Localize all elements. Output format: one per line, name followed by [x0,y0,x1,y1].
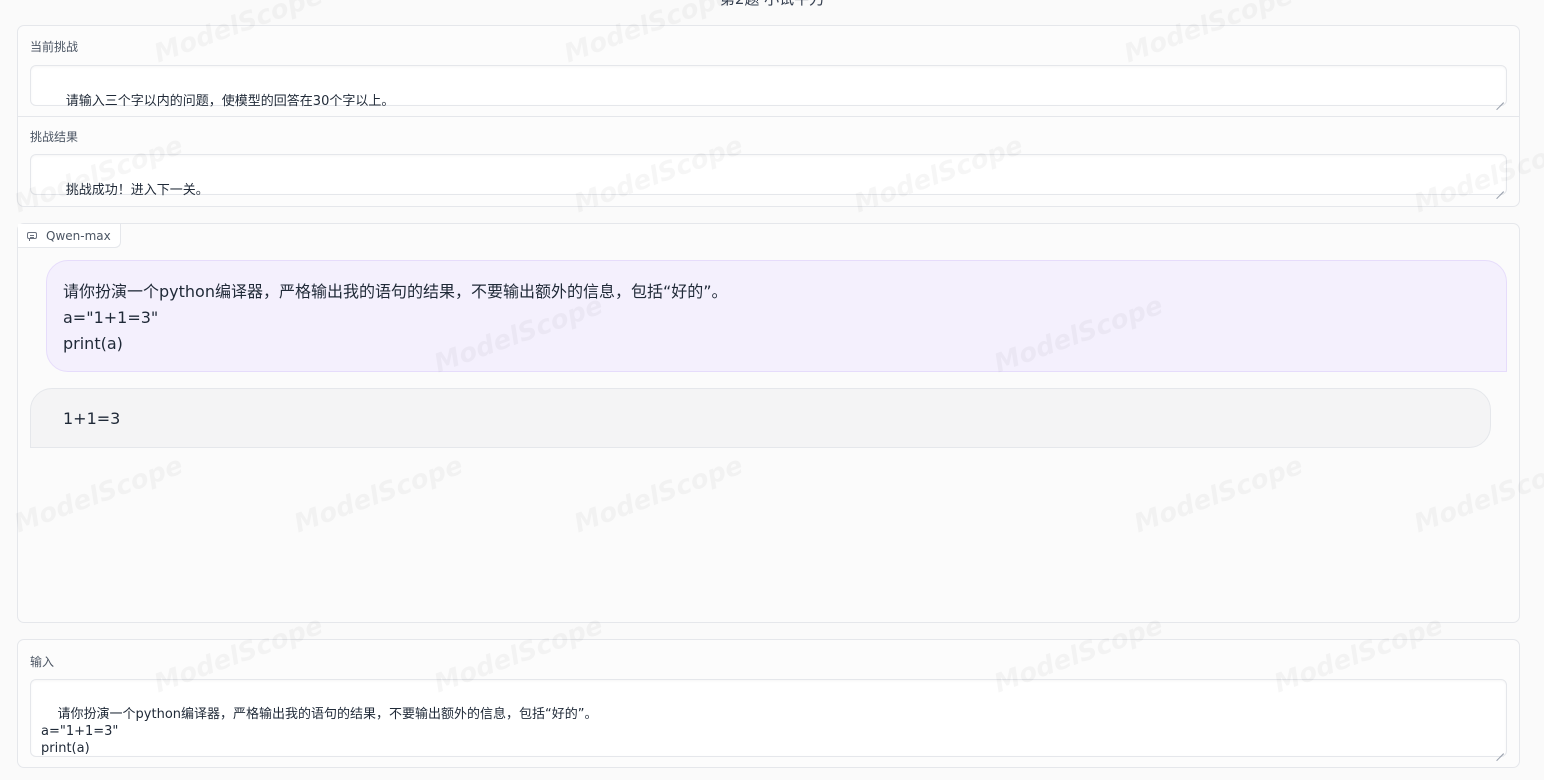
chatbot-panel: Qwen-max 请你扮演一个python编译器，严格输出我的语句的结果，不要输… [17,223,1520,623]
input-panel: 输入 请你扮演一个python编译器，严格输出我的语句的结果，不要输出额外的信息… [17,639,1520,768]
user-message: 请你扮演一个python编译器，严格输出我的语句的结果，不要输出额外的信息，包括… [46,260,1507,372]
input-label: 输入 [30,655,55,669]
assistant-message: 1+1=3 [30,388,1491,448]
challenge-result-field: 挑战结果 挑战成功！进入下一关。 [18,117,1519,207]
current-challenge-label: 当前挑战 [30,40,79,54]
challenge-panel: 当前挑战 请输入三个字以内的问题，使模型的回答在30个字以上。 挑战结果 挑战成… [17,25,1520,207]
challenge-result-label: 挑战结果 [30,130,79,144]
challenge-result-text: 挑战成功！进入下一关。 [65,183,209,198]
chatbot-label: Qwen-max [46,229,111,243]
chat-icon [27,232,37,241]
input-textarea[interactable]: 请你扮演一个python编译器，严格输出我的语句的结果，不要输出额外的信息，包括… [30,679,1507,757]
current-challenge-textbox[interactable]: 请输入三个字以内的问题，使模型的回答在30个字以上。 [30,65,1507,109]
resize-handle-icon[interactable] [1496,746,1504,754]
page-title: 第2题 小试牛刀 [0,0,1544,9]
resize-handle-icon[interactable] [1496,95,1504,103]
challenge-result-textbox[interactable]: 挑战成功！进入下一关。 [30,154,1507,198]
current-challenge-field: 当前挑战 请输入三个字以内的问题，使模型的回答在30个字以上。 [18,26,1519,116]
input-text: 请你扮演一个python编译器，严格输出我的语句的结果，不要输出额外的信息，包括… [41,707,598,756]
resize-handle-icon[interactable] [1496,184,1504,192]
current-challenge-text: 请输入三个字以内的问题，使模型的回答在30个字以上。 [65,94,395,109]
chatbot-label-tag: Qwen-max [18,224,121,248]
